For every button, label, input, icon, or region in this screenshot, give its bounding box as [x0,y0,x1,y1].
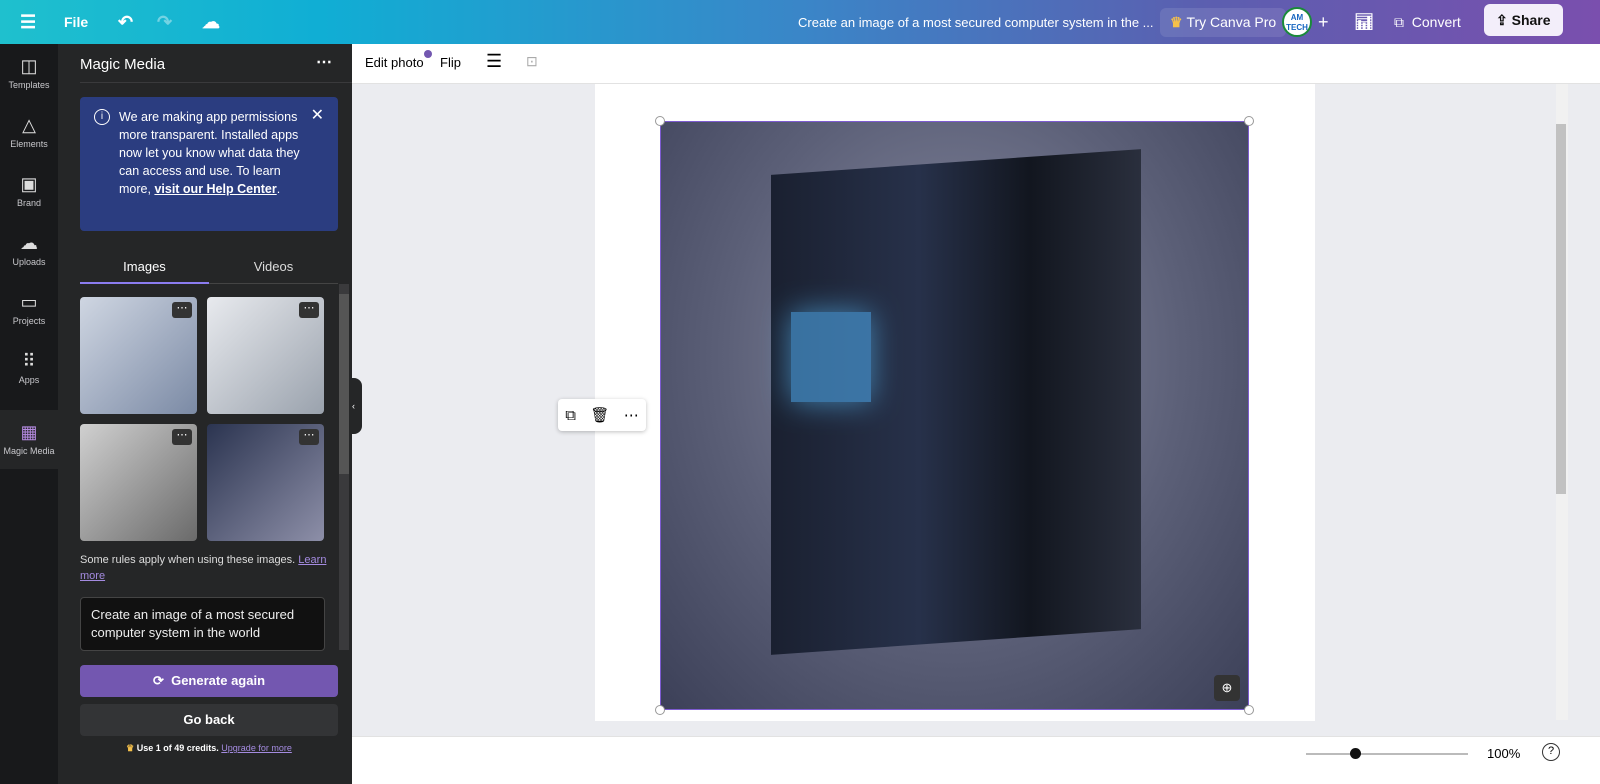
convert-button[interactable]: Convert [1412,14,1461,30]
rail-projects[interactable]: ▭ Projects [0,280,58,339]
rail-apps[interactable]: ⠿ Apps [0,339,58,398]
rail-uploads[interactable]: ☁ Uploads [0,221,58,280]
try-pro-label: Try Canva Pro [1186,13,1277,30]
rail-brand[interactable]: ▣ Brand [0,162,58,221]
crown-icon: ♛ [1170,13,1183,30]
duplicate-icon[interactable]: ⧉ [565,407,576,424]
rail-label: Magic Media [3,446,55,456]
help-center-link[interactable]: visit our Help Center [154,182,276,196]
more-icon[interactable]: ⋯ [624,406,639,424]
resize-handle[interactable] [655,116,665,126]
divider [80,82,352,83]
editor-toolbar: Edit photo Flip ☰ ⊡ [352,44,1600,84]
footer-bar: 100% ? [352,736,1600,784]
menu-icon[interactable]: ☰ [20,0,36,44]
rules-text: Some rules apply when using these images… [80,554,299,566]
line-style-icon[interactable]: ☰ [486,51,502,72]
panel-scrollbar[interactable] [339,284,349,650]
position-icon[interactable]: ⊡ [526,53,538,70]
generated-image-4[interactable]: ⋯ [207,424,324,541]
templates-icon: ◫ [20,56,38,76]
delete-icon[interactable]: 🗑︎ [590,406,609,424]
close-icon[interactable]: ✕ [311,107,324,125]
brand-icon: ▣ [20,174,38,194]
tab-videos[interactable]: Videos [209,250,338,284]
add-people-icon[interactable]: + [1318,0,1329,44]
insights-icon[interactable]: 📊︎ [1354,0,1374,44]
more-icon[interactable]: ⋯ [299,302,319,318]
resize-handle[interactable] [1244,116,1254,126]
redo-icon[interactable]: ↷ [157,0,172,44]
projects-icon: ▭ [20,292,38,312]
rail-label: Templates [8,80,50,90]
element-context-toolbar: ⧉ 🗑︎ ⋯ [558,399,646,431]
resize-handle[interactable] [655,705,665,715]
more-icon[interactable]: ⋯ [299,429,319,445]
more-options-icon[interactable]: ⋯ [316,52,332,72]
notification-dot [424,50,432,58]
sidebar-rail: ◫ Templates △ Elements ▣ Brand ☁ Uploads ▭ Pr… [0,44,58,784]
generated-image-3[interactable]: ⋯ [80,424,197,541]
collapse-panel-button[interactable]: ‹ [352,378,362,434]
convert-icon: ⧉ [1394,13,1404,30]
generate-again-button[interactable]: ⟳ Generate again [80,665,338,697]
generated-server-image[interactable]: ⊕ [660,121,1249,710]
generated-image-1[interactable]: ⋯ [80,297,197,414]
file-menu[interactable]: File [64,0,88,44]
media-tabs: Images Videos [80,250,338,284]
design-title[interactable]: Create an image of a most secured comput… [798,0,1154,44]
rail-label: Brand [16,198,42,208]
info-icon: i [94,109,110,125]
help-icon[interactable]: ? [1542,743,1560,761]
usage-rules: Some rules apply when using these images… [80,552,330,584]
zoom-level[interactable]: 100% [1487,746,1520,761]
panel-title: Magic Media [80,56,166,73]
permissions-notice: i ✕ We are making app permissions more t… [80,97,338,231]
edit-photo-button[interactable]: Edit photo [365,55,424,70]
rail-elements[interactable]: △ Elements [0,103,58,162]
rail-label: Uploads [12,257,46,267]
refresh-icon: ⟳ [152,673,164,688]
credits-text: Use 1 of 49 credits. [136,743,222,753]
upgrade-link[interactable]: Upgrade for more [221,743,292,753]
zoom-slider-knob[interactable] [1349,748,1361,759]
share-icon: ⇪ [1496,11,1508,28]
uploads-icon: ☁ [20,233,38,253]
go-back-button[interactable]: Go back [80,704,338,736]
canvas-scrollbar[interactable] [1556,84,1568,720]
rail-magic-media[interactable]: ▦ Magic Media [0,410,58,469]
server-tower [771,149,1141,655]
zoom-in-icon[interactable]: ⊕ [1214,675,1240,701]
rail-label: Elements [10,139,48,149]
elements-icon: △ [22,115,36,135]
tab-images[interactable]: Images [80,250,209,284]
prompt-input[interactable]: Create an image of a most secured comput… [80,597,325,651]
credits-info: ♛ Use 1 of 49 credits. Upgrade for more [58,743,360,754]
cloud-save-icon[interactable]: ☁ [202,0,220,44]
generate-label: Generate again [171,673,266,688]
share-button[interactable]: ⇪ Share [1484,4,1563,36]
crown-icon: ♛ [126,743,135,753]
zoom-slider[interactable] [1306,748,1468,759]
undo-icon[interactable]: ↶ [118,0,133,44]
more-icon[interactable]: ⋯ [172,302,192,318]
topbar: ☰ File ↶ ↷ ☁ Create an image of a most s… [0,0,1600,44]
rail-label: Apps [18,375,40,385]
share-label: Share [1511,12,1551,28]
rail-templates[interactable]: ◫ Templates [0,44,58,103]
apps-icon: ⠿ [22,351,36,371]
try-pro-button[interactable]: ♛ Try Canva Pro [1160,7,1287,37]
avatar[interactable]: AM TECH [1282,7,1312,37]
magic-media-icon: ▦ [20,422,38,442]
resize-handle[interactable] [1244,705,1254,715]
flip-button[interactable]: Flip [440,55,461,70]
magic-media-panel: Magic Media ⋯ i ✕ We are making app perm… [58,44,352,784]
rail-label: Projects [12,316,46,326]
generated-image-2[interactable]: ⋯ [207,297,324,414]
server-glow [791,312,871,402]
notice-end: . [276,182,281,196]
more-icon[interactable]: ⋯ [172,429,192,445]
